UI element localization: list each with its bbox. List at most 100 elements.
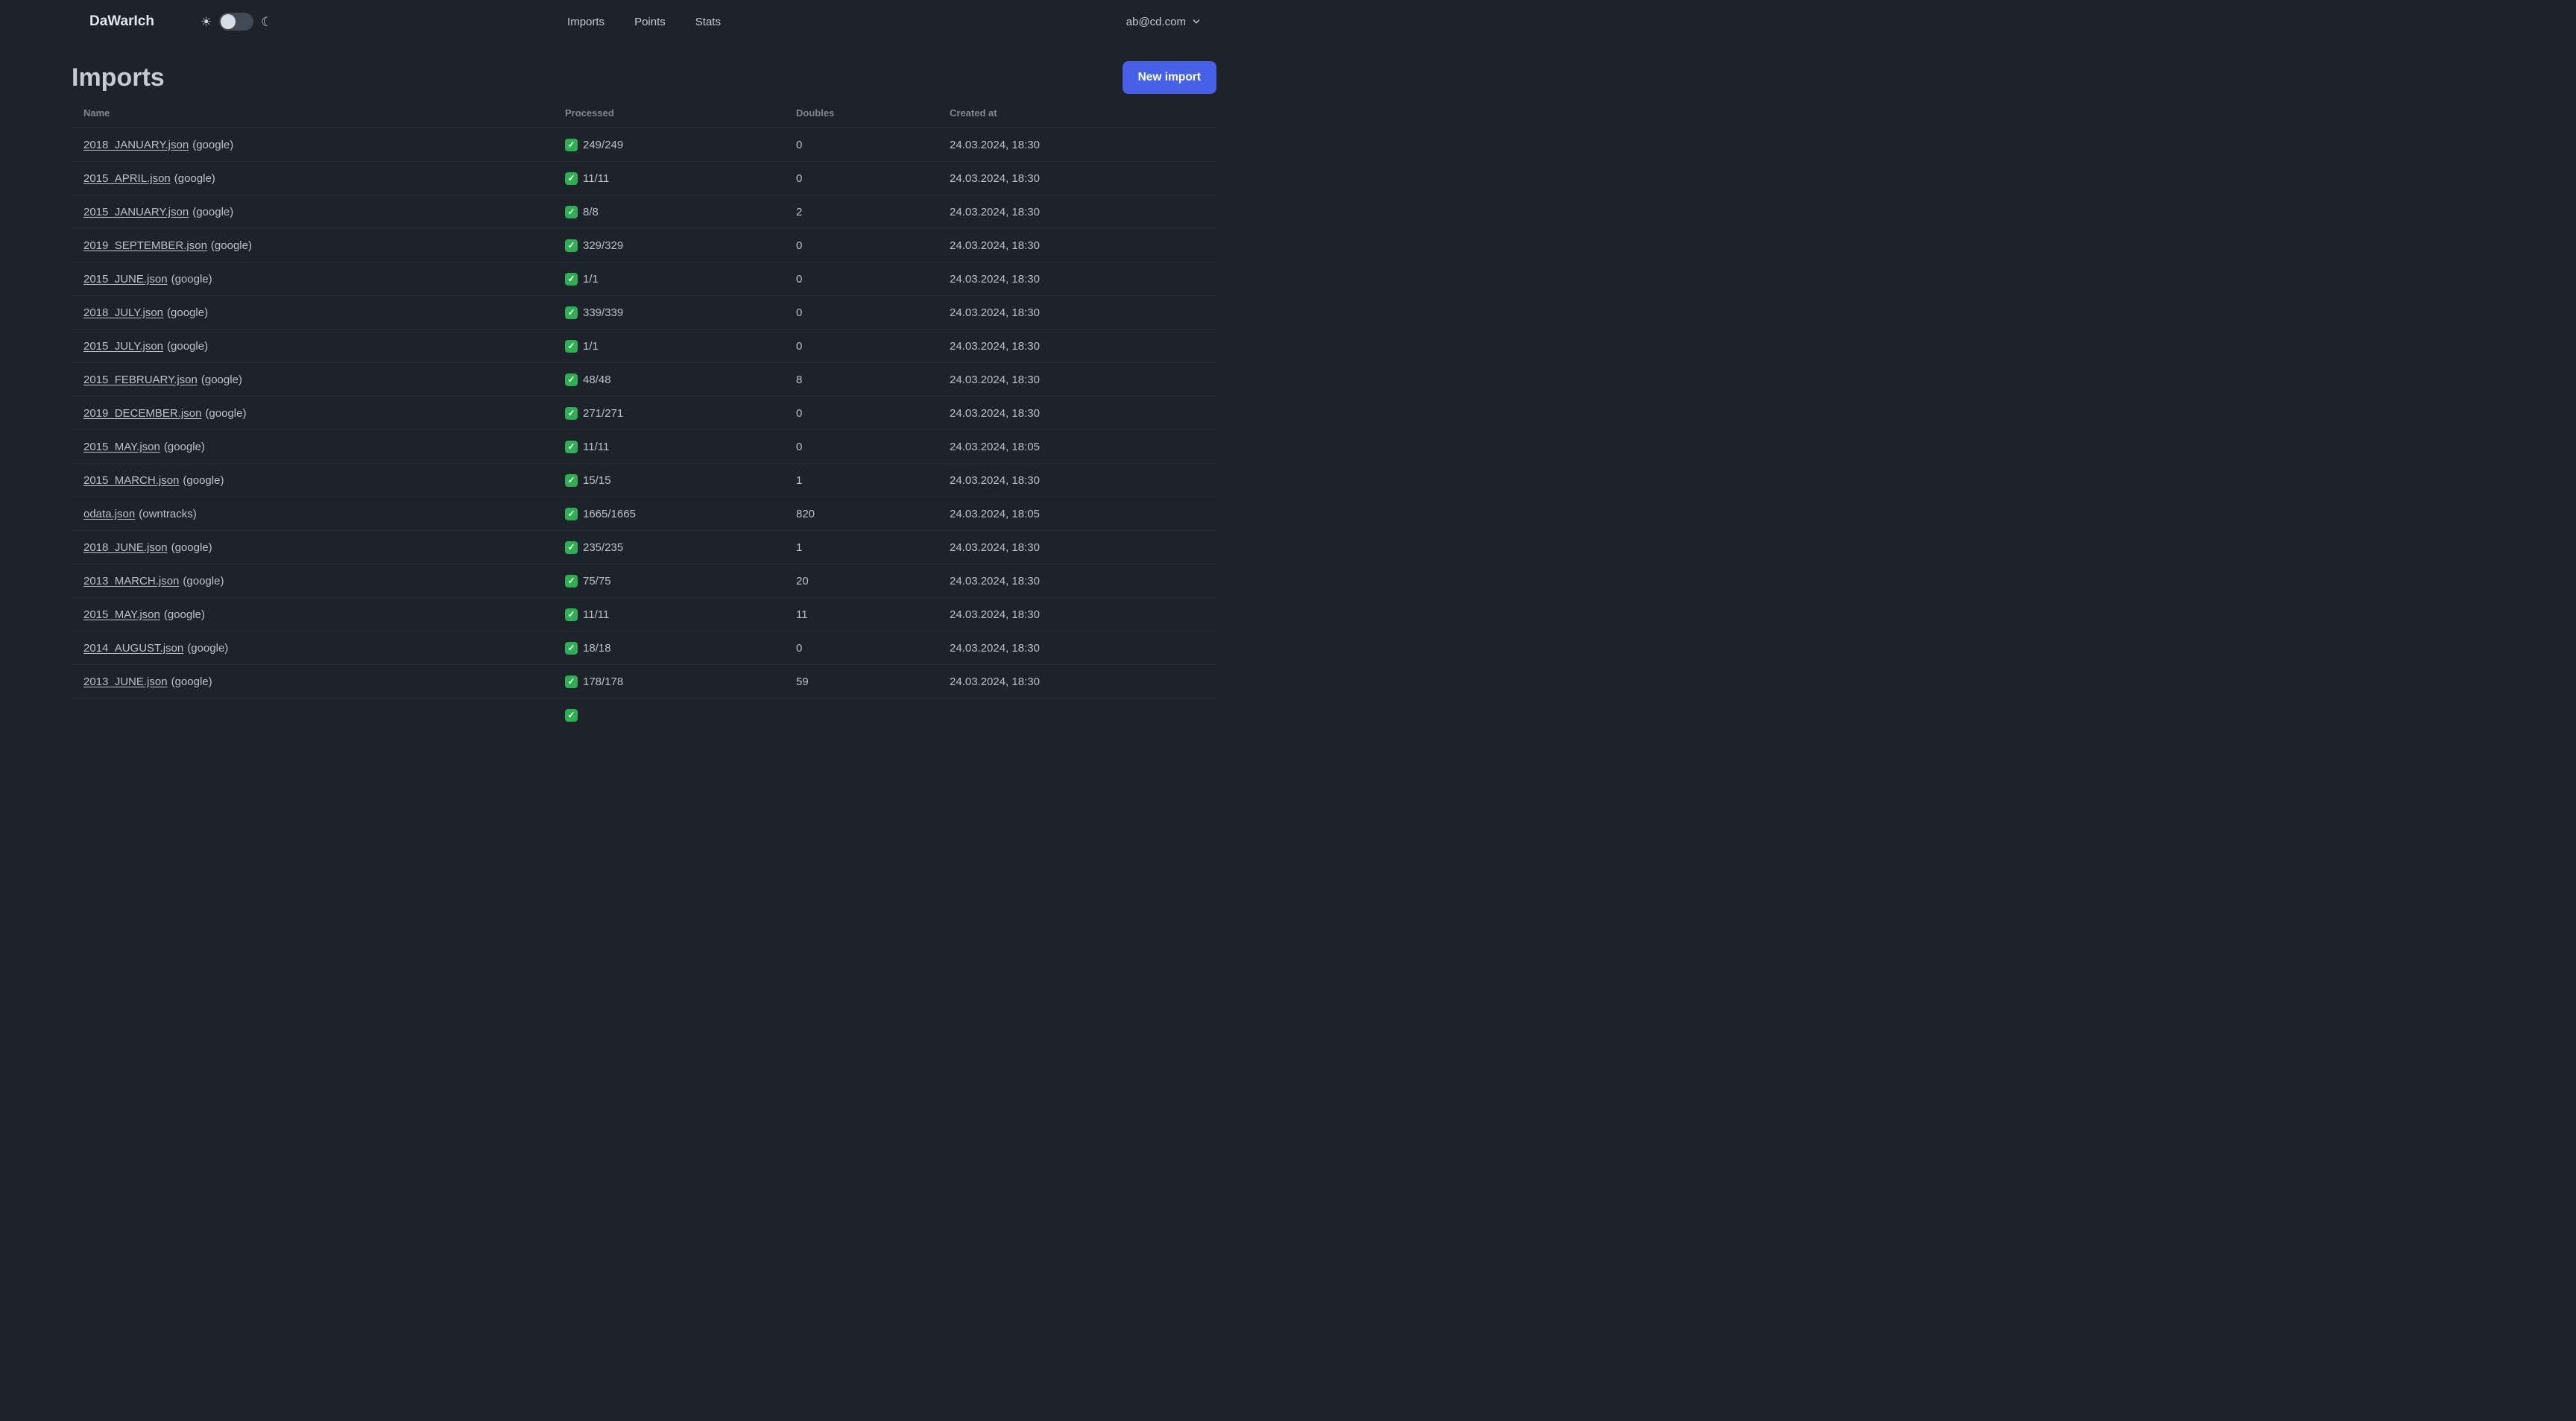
new-import-button[interactable]: New import [1122,61,1216,94]
moon-icon: ☾ [261,14,273,29]
import-file-link[interactable]: 2019_SEPTEMBER.json [83,239,207,252]
created-at-cell: 24.03.2024, 18:30 [950,608,1040,621]
import-file-link[interactable]: 2018_JULY.json [83,306,163,319]
doubles-cell: 0 [796,272,803,286]
import-name-cell: 2018_JANUARY.json (google) [72,139,553,151]
import-file-link[interactable]: 2018_JANUARY.json [83,139,189,151]
main-nav: Imports Points Stats [567,16,721,28]
processed-cell: ✓ 48/48 [553,373,784,386]
created-at-cell: 24.03.2024, 18:30 [950,205,1040,218]
column-header-processed: Processed [565,107,614,119]
import-file-link[interactable]: odata.json [83,508,135,520]
processed-cell: ✓ 8/8 [553,205,784,218]
import-source-label: (google) [174,171,215,185]
doubles-cell: 0 [796,339,803,353]
import-file-link[interactable]: 2018_JUNE.json [83,541,168,554]
import-source-label: (google) [205,406,247,420]
import-name-cell: 2013_MARCH.json (google) [72,575,553,587]
import-file-link[interactable]: 2015_MAY.json [83,608,160,621]
table-row: 2014_AUGUST.json (google) ✓ 18/18 0 24.03.202… [72,631,1216,664]
import-file-link[interactable]: 2015_JULY.json [83,340,163,353]
table-row: 2015_APRIL.json (google) ✓ 11/11 0 24.03.2024… [72,161,1216,195]
processed-cell: ✓ 249/249 [553,138,784,151]
table-row: 2015_JANUARY.json (google) ✓ 8/8 2 24.03.2024… [72,195,1216,228]
import-source-label: (google) [163,440,205,453]
doubles-cell: 820 [796,507,815,520]
import-name-cell: 2015_JULY.json (google) [72,340,553,353]
table-row: 2015_MAY.json (google) ✓ 11/11 11 24.03.2024,… [72,597,1216,631]
created-at-cell: 24.03.2024, 18:30 [950,406,1040,420]
user-menu[interactable]: ab@cd.com [1126,16,1200,28]
processed-count: 1665/1665 [583,507,636,520]
import-file-link[interactable]: 2014_AUGUST.json [83,642,183,655]
check-icon: ✓ [565,641,578,655]
table-row: 2018_JULY.json (google) ✓ 339/339 0 24.03.202… [72,295,1216,329]
import-file-link[interactable]: 2015_JUNE.json [83,273,168,286]
processed-count: 329/329 [583,239,624,252]
processed-count: 75/75 [583,574,611,587]
processed-count: 235/235 [583,541,624,554]
import-file-link[interactable]: 2015_FEBRUARY.json [83,374,198,386]
import-name-cell: 2019_DECEMBER.json (google) [72,407,553,420]
import-name-cell: 2018_JULY.json (google) [72,306,553,319]
processed-cell: ✓ 1665/1665 [553,507,784,520]
processed-cell: ✓ 1/1 [553,272,784,286]
doubles-cell: 0 [796,306,803,319]
import-file-link[interactable]: 2015_MAY.json [83,441,160,453]
table-row: 2013_JUNE.json (google) ✓ 178/178 59 24.03.20… [72,664,1216,698]
processed-cell: ✓ 339/339 [553,306,784,319]
import-file-link[interactable]: 2015_JANUARY.json [83,206,189,218]
app-brand[interactable]: DaWarIch [89,13,154,30]
table-row: 2019_DECEMBER.json (google) ✓ 271/271 0 24.03… [72,396,1216,429]
processed-count: 339/339 [583,306,624,319]
table-row: 2015_MAY.json (google) ✓ 11/11 0 24.03.2024, … [72,429,1216,463]
import-source-label: (google) [192,138,234,151]
processed-cell: ✓ 1/1 [553,339,784,353]
theme-toggle-group: ☀ ☾ [201,13,273,31]
table-row: 2013_MARCH.json (google) ✓ 75/75 20 24.03.202… [72,564,1216,597]
created-at-cell: 24.03.2024, 18:30 [950,373,1040,386]
import-file-link[interactable]: 2013_MARCH.json [83,575,179,587]
nav-link-stats[interactable]: Stats [695,16,721,28]
table-row: 2018_JANUARY.json (google) ✓ 249/249 0 24.03.… [72,127,1216,161]
check-icon: ✓ [565,473,578,487]
processed-count: 11/11 [583,608,610,621]
check-icon: ✓ [565,306,578,319]
doubles-cell: 0 [796,406,803,420]
import-name-cell: 2013_JUNE.json (google) [72,675,553,688]
import-file-link[interactable]: 2015_MARCH.json [83,474,179,487]
check-icon: ✓ [565,440,578,453]
table-row: 2019_SEPTEMBER.json (google) ✓ 329/329 0 24.0… [72,228,1216,262]
doubles-cell: 59 [796,675,809,688]
theme-toggle[interactable] [219,13,254,31]
check-icon: ✓ [565,608,578,621]
page-title: Imports [72,63,165,92]
imports-table: Name Processed Doubles Created at 2018_J… [72,101,1216,731]
nav-link-imports[interactable]: Imports [567,16,604,28]
table-row: ✓ [72,698,1216,731]
processed-cell: ✓ 11/11 [553,608,784,621]
processed-cell: ✓ 15/15 [553,473,784,487]
processed-count: 1/1 [583,272,599,286]
created-at-cell: 24.03.2024, 18:05 [950,507,1040,520]
doubles-cell: 0 [796,641,803,655]
import-file-link[interactable]: 2019_DECEMBER.json [83,407,201,420]
import-source-label: (google) [183,473,224,487]
created-at-cell: 24.03.2024, 18:30 [950,138,1040,151]
import-name-cell: 2015_JANUARY.json (google) [72,206,553,218]
import-source-label: (google) [163,608,205,621]
check-icon: ✓ [565,138,578,151]
processed-count: 8/8 [583,205,599,218]
created-at-cell: 24.03.2024, 18:30 [950,574,1040,587]
doubles-cell: 11 [796,608,808,621]
processed-cell: ✓ 18/18 [553,641,784,655]
table-row: odata.json (owntracks) ✓ 1665/1665 820 24.03.… [72,497,1216,530]
processed-count: 249/249 [583,138,624,151]
check-icon: ✓ [565,675,578,688]
imports-page: Imports New import Name Processed Double… [0,61,1288,731]
nav-link-points[interactable]: Points [634,16,666,28]
import-file-link[interactable]: 2015_APRIL.json [83,172,171,185]
import-file-link[interactable]: 2013_JUNE.json [83,675,168,688]
created-at-cell: 24.03.2024, 18:05 [950,440,1040,453]
table-row: 2015_JUNE.json (google) ✓ 1/1 0 24.03.2024, 1… [72,262,1216,295]
